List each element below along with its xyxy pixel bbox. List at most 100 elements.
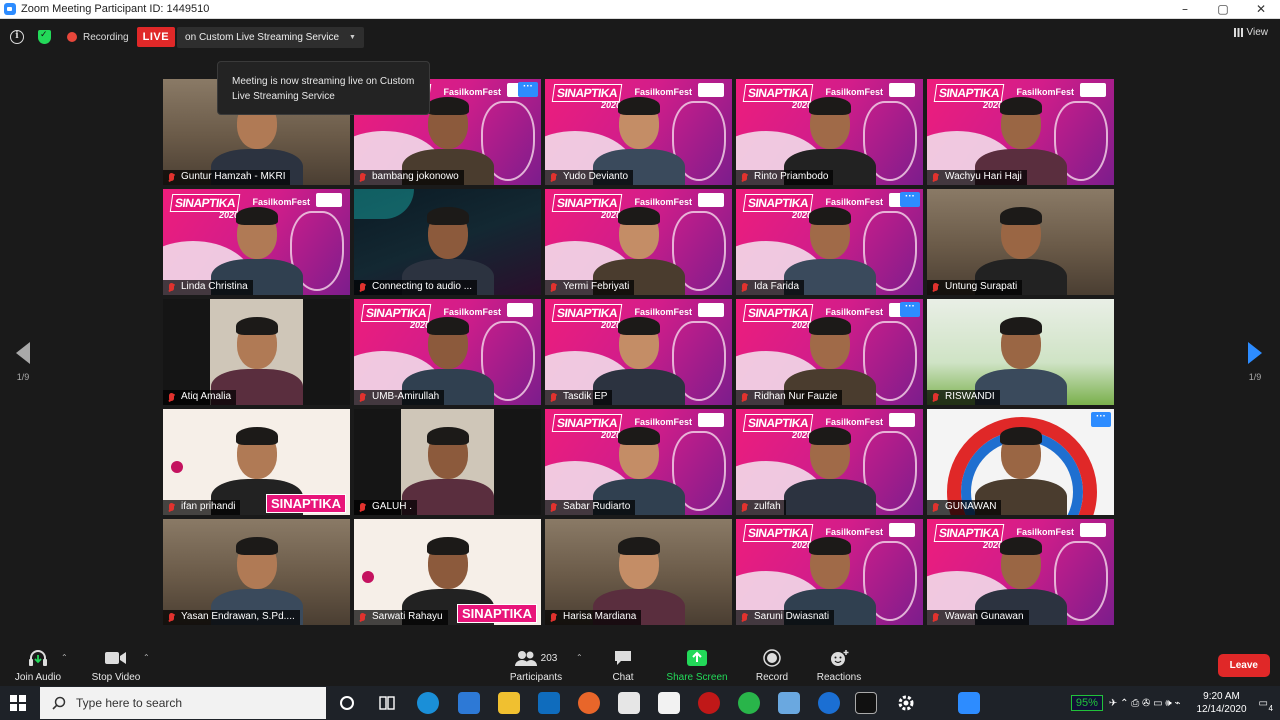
participant-tile[interactable]: SINAPTIKA 2020 FasilkomFest UMB-Amirullah bbox=[354, 299, 541, 405]
participant-name: Wawan Gunawan bbox=[927, 610, 1029, 625]
share-screen-icon bbox=[664, 648, 730, 668]
stream-service-dropdown[interactable]: on Custom Live Streaming Service ▼ bbox=[177, 26, 364, 48]
more-options-button[interactable]: ··· bbox=[900, 192, 920, 207]
university-badge bbox=[698, 83, 724, 97]
previous-page-button[interactable]: 1/9 bbox=[8, 342, 38, 382]
close-button[interactable]: ✕ bbox=[1242, 0, 1280, 19]
settings-gear-icon[interactable] bbox=[895, 692, 917, 714]
mail-icon[interactable] bbox=[458, 692, 480, 714]
store-icon[interactable] bbox=[658, 692, 680, 714]
info-icon[interactable]: i bbox=[10, 30, 24, 44]
participant-tile[interactable]: SINAPTIKA 2020 FasilkomFest Wachyu Hari Haj… bbox=[927, 79, 1114, 185]
participant-tile[interactable]: GALUH . bbox=[354, 409, 541, 515]
next-page-button[interactable]: 1/9 bbox=[1240, 342, 1270, 382]
media-app-icon[interactable] bbox=[698, 692, 720, 714]
taskbar-search-box[interactable]: Type here to search bbox=[40, 687, 326, 719]
minimize-button[interactable]: – bbox=[1166, 0, 1204, 19]
cortana-icon[interactable] bbox=[336, 692, 358, 714]
remote-desktop-icon[interactable] bbox=[778, 692, 800, 714]
more-options-button[interactable]: ··· bbox=[900, 302, 920, 317]
tray-icons[interactable]: ✈ ⌃ ⎙ ✇ ▭ 🕪 ⌁ bbox=[1109, 698, 1181, 709]
participant-tile[interactable]: ··· GUNAWAN bbox=[927, 409, 1114, 515]
participants-icon-wrap: 203 bbox=[505, 648, 567, 668]
chat-button[interactable]: Chat bbox=[604, 648, 642, 683]
participant-tile[interactable]: SINAPTIKA 2020 FasilkomFest Rinto Priambodo bbox=[736, 79, 923, 185]
join-audio-button[interactable]: Join Audio bbox=[12, 648, 64, 683]
university-badge bbox=[316, 193, 342, 207]
participant-name: Atiq Amalia bbox=[163, 390, 237, 405]
participant-hair bbox=[426, 537, 469, 555]
maximize-button[interactable]: ▢ bbox=[1204, 0, 1242, 19]
windows-taskbar: Type here to search 95% ✈ ⌃ ⎙ ✇ ▭ 🕪 ⌁ 9:… bbox=[0, 686, 1280, 720]
participants-button[interactable]: 203 Participants bbox=[505, 648, 567, 683]
stop-video-label: Stop Video bbox=[91, 672, 141, 683]
participant-name: Rinto Priambodo bbox=[736, 170, 834, 185]
participant-name: UMB-Amirullah bbox=[354, 390, 445, 405]
leave-button[interactable]: Leave bbox=[1217, 654, 1270, 677]
participant-tile[interactable]: SINAPTIKA 2020 FasilkomFest Saruni Dwiasnat… bbox=[736, 519, 923, 625]
task-view-icon[interactable] bbox=[376, 692, 398, 714]
participant-tile[interactable]: Connecting to audio ... bbox=[354, 189, 541, 295]
meeting-area: i Recording LIVE on Custom Live Streamin… bbox=[0, 19, 1280, 686]
encryption-shield-icon[interactable] bbox=[38, 30, 51, 44]
edge-browser-icon[interactable] bbox=[417, 692, 439, 714]
more-options-button[interactable]: ··· bbox=[1091, 412, 1111, 427]
participant-tile[interactable]: SINAPTIKA 2020 FasilkomFest Yudo Devianto bbox=[545, 79, 732, 185]
windows-start-icon[interactable] bbox=[10, 695, 26, 711]
participant-tile[interactable]: SINAPTIKA Sarwati Rahayu bbox=[354, 519, 541, 625]
participant-tile[interactable]: SINAPTIKA 2020 FasilkomFest zulfah bbox=[736, 409, 923, 515]
university-badge bbox=[698, 413, 724, 427]
participant-tile[interactable]: SINAPTIKA 2020 FasilkomFest Wawan Gunawan bbox=[927, 519, 1114, 625]
participant-tile[interactable]: SINAPTIKA 2020 FasilkomFest Yermi Febriyati bbox=[545, 189, 732, 295]
notification-center-icon[interactable]: ▭ 4 bbox=[1259, 698, 1273, 713]
live-badge[interactable]: LIVE bbox=[136, 27, 176, 47]
battery-percent[interactable]: 95% bbox=[1070, 695, 1103, 711]
participant-tile[interactable]: Yasan Endrawan, S.Pd.... bbox=[163, 519, 350, 625]
participant-name: Untung Surapati bbox=[927, 280, 1023, 295]
record-button[interactable]: Record bbox=[752, 648, 792, 683]
streaming-tooltip: Meeting is now streaming live on Custom … bbox=[217, 61, 430, 115]
zoom-app-icon bbox=[4, 3, 16, 15]
participant-hair bbox=[235, 427, 278, 445]
zoom-taskbar-icon[interactable] bbox=[958, 692, 980, 714]
participant-tile[interactable]: SINAPTIKA 2020 FasilkomFest ··· Ridhan Nur F… bbox=[736, 299, 923, 405]
participant-tile[interactable]: SINAPTIKA ifan prihandi bbox=[163, 409, 350, 515]
share-screen-button[interactable]: Share Screen bbox=[664, 648, 730, 683]
more-options-button[interactable]: ··· bbox=[518, 82, 538, 97]
participant-tile[interactable]: SINAPTIKA 2020 FasilkomFest ··· Ida Farida bbox=[736, 189, 923, 295]
whatsapp-icon[interactable] bbox=[738, 692, 760, 714]
taskbar-clock[interactable]: 9:20 AM 12/14/2020 bbox=[1196, 690, 1246, 716]
firefox-icon[interactable] bbox=[578, 692, 600, 714]
participant-hair bbox=[617, 207, 660, 225]
stop-video-button[interactable]: Stop Video bbox=[88, 648, 144, 683]
view-label: View bbox=[1246, 27, 1269, 38]
participant-name: Guntur Hamzah - MKRI bbox=[163, 170, 291, 185]
university-badge bbox=[1080, 523, 1106, 537]
video-options-caret-icon[interactable]: ⌃ bbox=[143, 653, 150, 662]
university-badge bbox=[1080, 83, 1106, 97]
outlook-icon[interactable] bbox=[538, 692, 560, 714]
browser-icon[interactable] bbox=[818, 692, 840, 714]
participant-tile[interactable]: RISWANDI bbox=[927, 299, 1114, 405]
participant-name: ifan prihandi bbox=[163, 500, 241, 515]
participant-tile[interactable]: Atiq Amalia bbox=[163, 299, 350, 405]
vnc-viewer-icon[interactable] bbox=[618, 692, 640, 714]
participant-hair bbox=[999, 537, 1042, 555]
participant-tile[interactable]: Harisa Mardiana bbox=[545, 519, 732, 625]
participant-tile[interactable]: Untung Surapati bbox=[927, 189, 1114, 295]
view-button[interactable]: View bbox=[1233, 27, 1269, 38]
file-explorer-icon[interactable] bbox=[498, 692, 520, 714]
participants-caret-icon[interactable]: ⌃ bbox=[576, 653, 583, 662]
participant-name: Linda Christina bbox=[163, 280, 253, 295]
participant-tile[interactable]: SINAPTIKA 2020 FasilkomFest Linda Christina bbox=[163, 189, 350, 295]
window-titlebar: Zoom Meeting Participant ID: 1449510 – ▢… bbox=[0, 0, 1280, 19]
participant-name: Wachyu Hari Haji bbox=[927, 170, 1027, 185]
reactions-button[interactable]: Reactions bbox=[814, 648, 864, 683]
video-camera-icon bbox=[88, 648, 144, 668]
participant-body bbox=[783, 479, 876, 515]
terminal-icon[interactable] bbox=[855, 692, 877, 714]
participant-tile[interactable]: SINAPTIKA 2020 FasilkomFest Tasdik EP bbox=[545, 299, 732, 405]
audio-options-caret-icon[interactable]: ⌃ bbox=[61, 653, 68, 662]
gallery-grid: Guntur Hamzah - MKRI SINAPTIKA2020Fasilko… bbox=[163, 79, 1119, 625]
participant-tile[interactable]: SINAPTIKA 2020 FasilkomFest Sabar Rudiarto bbox=[545, 409, 732, 515]
